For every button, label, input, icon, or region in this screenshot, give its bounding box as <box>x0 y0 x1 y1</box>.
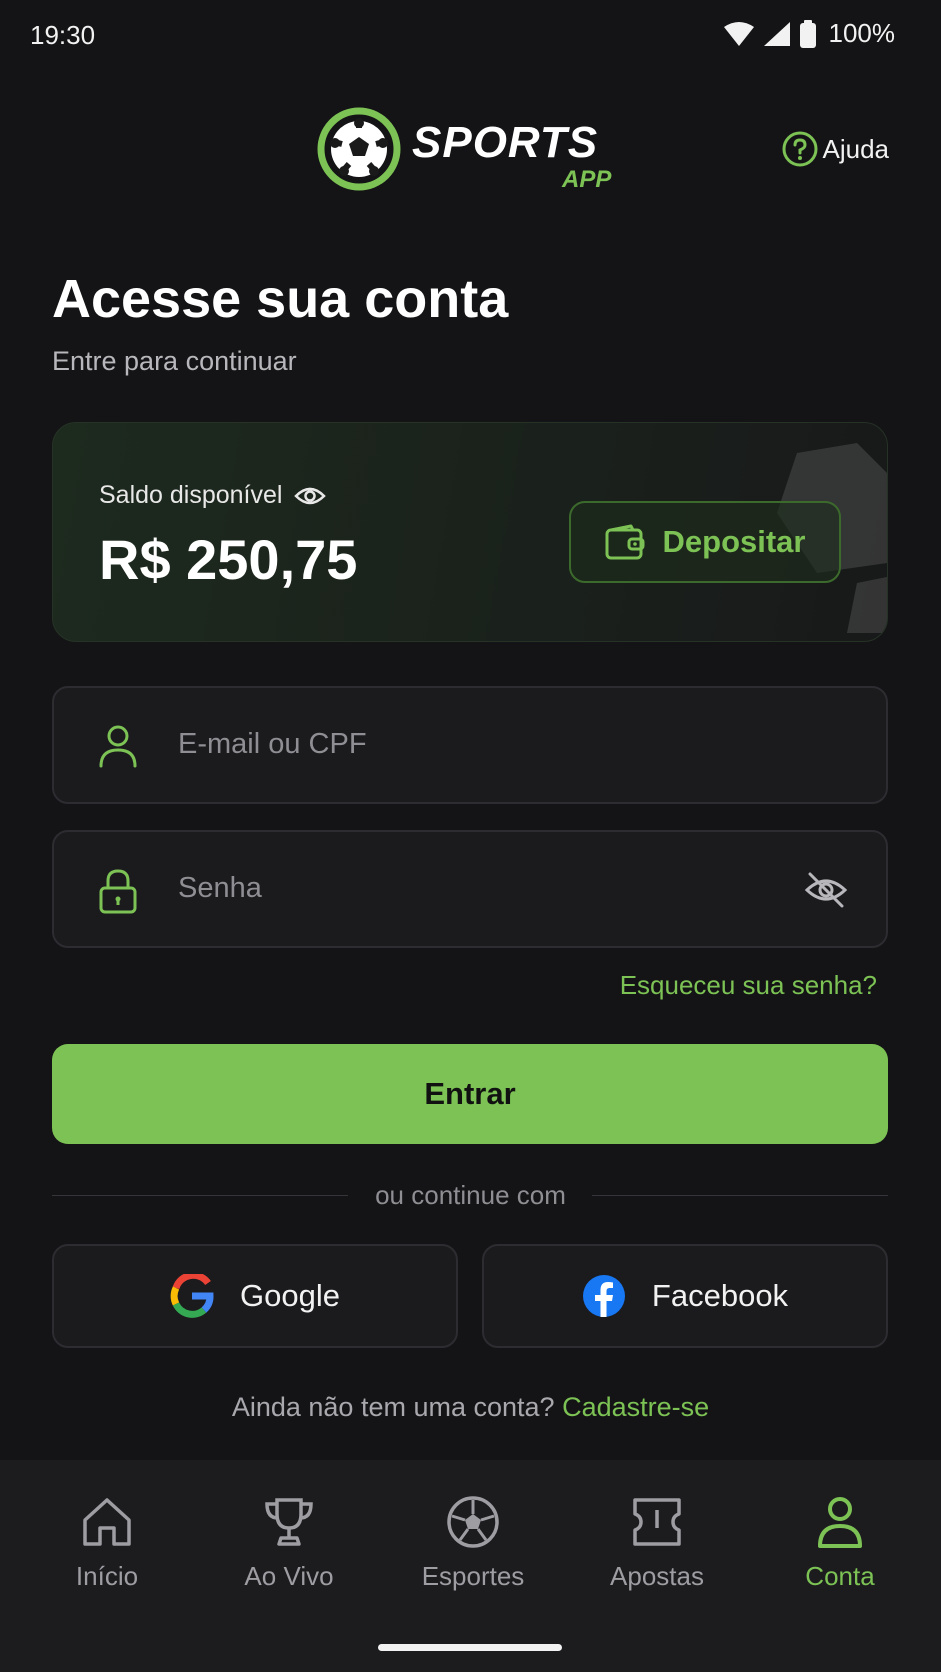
deposit-label: Depositar <box>662 524 806 559</box>
social-divider-text: ou continue com <box>375 1180 566 1210</box>
wallet-icon <box>605 524 644 560</box>
signup-row: Ainda não tem uma conta? Cadastre-se <box>0 1392 941 1423</box>
nav-label-ao-vivo: Ao Vivo <box>244 1561 334 1591</box>
status-icons: 100% <box>723 18 896 49</box>
page-subtitle: Entre para continuar <box>52 346 297 376</box>
email-field[interactable]: E-mail ou CPF <box>52 686 888 804</box>
nav-item-apostas[interactable]: Apostas <box>577 1494 737 1592</box>
battery-icon <box>799 19 816 48</box>
nav-item-conta[interactable]: Conta <box>760 1494 920 1592</box>
logo-subtitle: APP <box>562 166 612 193</box>
soccer-ball-icon <box>447 1496 499 1548</box>
home-indicator[interactable] <box>378 1644 562 1651</box>
user-icon <box>818 1497 862 1548</box>
help-button[interactable]: Ajuda <box>781 130 890 168</box>
lock-icon <box>99 869 137 914</box>
nav-item-inicio[interactable]: Início <box>27 1494 187 1592</box>
soccer-ball-logo-icon <box>317 107 401 191</box>
facebook-login-button[interactable]: Facebook <box>482 1244 888 1348</box>
app-logo: SPORTS APP <box>316 104 626 194</box>
signup-prompt: Ainda não tem uma conta? <box>231 1392 555 1422</box>
deposit-button[interactable]: Depositar <box>569 501 841 583</box>
password-field[interactable]: Senha <box>52 830 888 948</box>
wifi-icon <box>723 21 754 46</box>
password-placeholder: Senha <box>178 872 262 904</box>
nav-item-ao-vivo[interactable]: Ao Vivo <box>209 1494 369 1592</box>
status-time: 19:30 <box>30 20 96 50</box>
balance-label-row: Saldo disponível <box>99 481 327 510</box>
trophy-icon <box>265 1498 313 1546</box>
forgot-password-link[interactable]: Esqueceu sua senha? <box>620 970 877 1001</box>
facebook-label: Facebook <box>651 1278 789 1313</box>
bottom-nav: Início Ao Vivo Esportes Apostas Conta <box>0 1460 941 1672</box>
battery-level: 100% <box>828 18 896 48</box>
signal-icon <box>763 21 790 46</box>
google-icon <box>170 1274 214 1318</box>
nav-label-inicio: Início <box>75 1561 139 1591</box>
nav-label-esportes: Esportes <box>421 1561 525 1591</box>
balance-card: Saldo disponível R$ 250,75 Depositar <box>52 422 888 642</box>
question-circle-icon <box>782 131 817 167</box>
google-login-button[interactable]: Google <box>52 1244 458 1348</box>
user-icon <box>99 725 137 768</box>
ticket-icon <box>633 1498 681 1546</box>
balance-label: Saldo disponível <box>99 481 283 509</box>
signup-link[interactable]: Cadastre-se <box>562 1392 709 1422</box>
facebook-icon <box>582 1275 625 1317</box>
nav-label-apostas: Apostas <box>610 1561 704 1591</box>
email-placeholder: E-mail ou CPF <box>178 728 367 760</box>
balance-amount: R$ 250,75 <box>99 528 358 591</box>
help-label: Ajuda <box>822 133 890 164</box>
eye-off-icon[interactable] <box>804 870 848 910</box>
eye-icon[interactable] <box>294 485 327 507</box>
login-button[interactable]: Entrar <box>52 1044 888 1144</box>
nav-item-esportes[interactable]: Esportes <box>393 1494 553 1592</box>
google-label: Google <box>240 1278 340 1313</box>
page-title: Acesse sua conta <box>52 269 509 329</box>
logo-wordmark: SPORTS <box>412 118 599 167</box>
home-icon <box>83 1498 131 1546</box>
nav-label-conta: Conta <box>805 1561 875 1591</box>
